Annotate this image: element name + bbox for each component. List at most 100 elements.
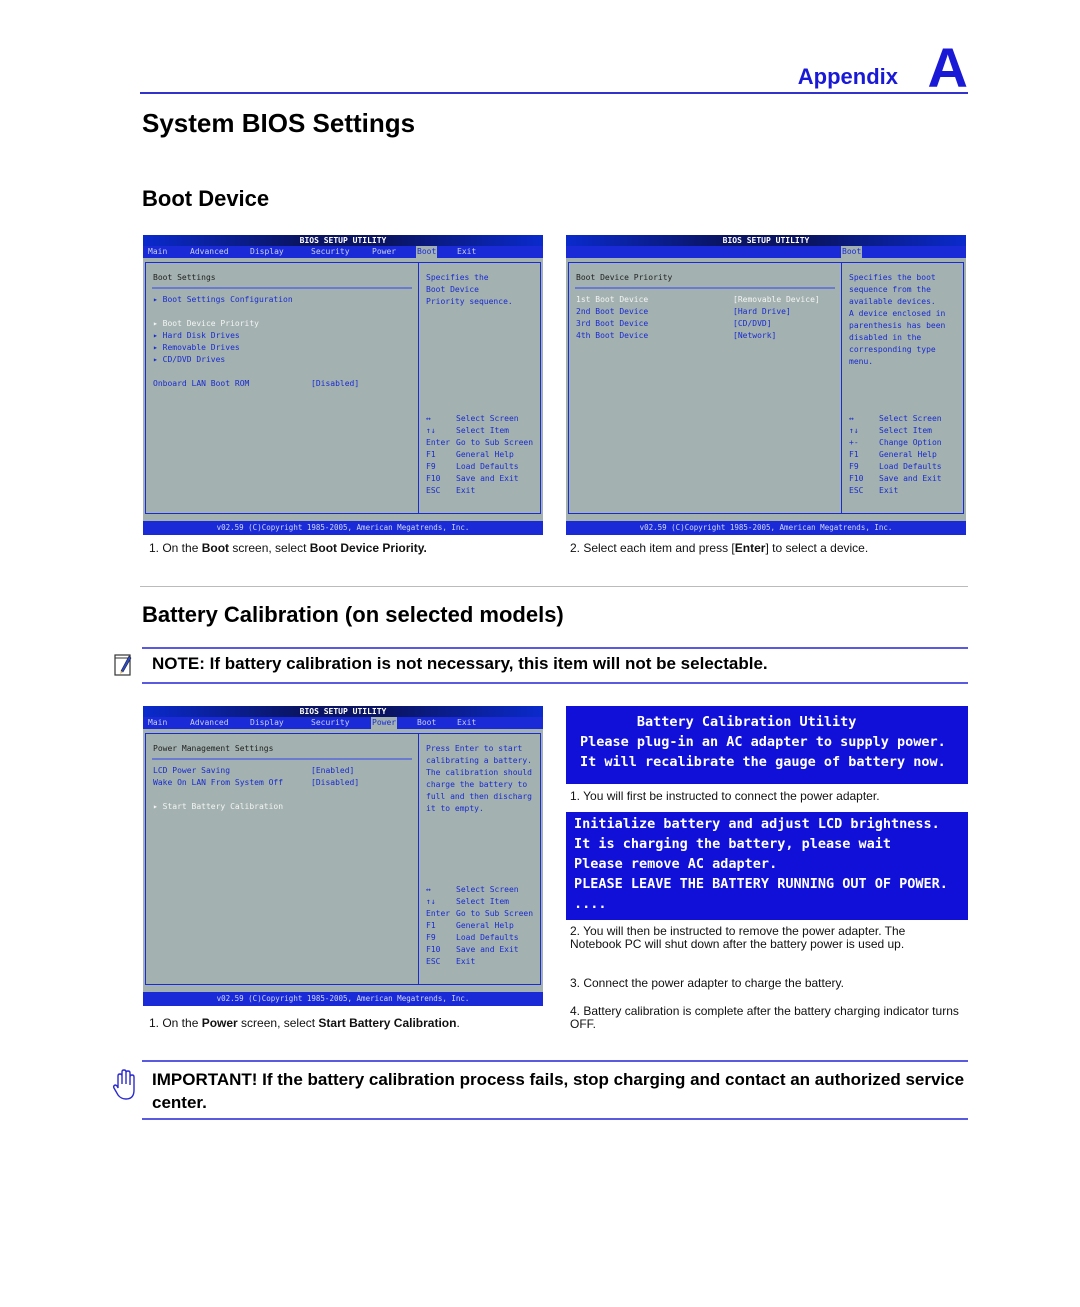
- bios-tab-boot[interactable]: Boot: [416, 717, 437, 729]
- key-legend-row: ↔ Select Screen: [426, 413, 533, 425]
- bios-tab-boot[interactable]: Boot: [841, 246, 863, 258]
- help-line: charge the battery to: [426, 780, 528, 789]
- bios-help: Press Enter to start calibrating a batter…: [426, 743, 541, 815]
- key-description: Save and Exit: [456, 474, 519, 483]
- caption-boot-step1: 1. On the Boot screen, select Boot Devic…: [149, 541, 427, 555]
- bios-tab-boot[interactable]: Boot: [416, 246, 438, 258]
- bios-keys: ↔ Select Screen ↑↓ Select Item Enter Go to Su…: [426, 413, 533, 497]
- key-label: ↔: [426, 414, 431, 423]
- key-description: Load Defaults: [456, 462, 519, 471]
- bios-title: BIOS SETUP UTILITY: [143, 706, 543, 717]
- bios-item-cd-dvd-drives[interactable]: ▸ CD/DVD Drives: [153, 355, 225, 364]
- note-text: NOTE: If battery calibration is not nece…: [152, 654, 768, 673]
- note-rule-bottom: [142, 682, 968, 684]
- bios-item-boot-settings-config[interactable]: ▸ Boot Settings Configuration: [153, 295, 293, 304]
- bios-tab-security[interactable]: Security: [310, 246, 351, 258]
- help-line: full and then discharg: [426, 792, 532, 801]
- bios-value-3rd-boot: [CD/DVD]: [733, 319, 772, 328]
- bios-item-wake-on-lan[interactable]: Wake On LAN From System Off: [153, 778, 283, 787]
- key-legend-row: Enter Go to Sub Screen: [426, 437, 533, 449]
- key-label: F9: [426, 462, 436, 471]
- bios-item-3rd-boot[interactable]: 3rd Boot Device: [576, 319, 648, 328]
- key-description: Load Defaults: [879, 462, 942, 471]
- important-rule-top: [142, 1060, 968, 1062]
- key-description: Save and Exit: [456, 945, 519, 954]
- calibration-screen-2: Initialize battery and adjust LCD bright…: [566, 812, 968, 920]
- key-description: Go to Sub Screen: [456, 438, 534, 447]
- key-label: ESC: [849, 486, 864, 495]
- key-legend-row: ↔ Select Screen: [426, 884, 533, 896]
- key-label: F10: [849, 474, 864, 483]
- help-line: menu.: [849, 357, 874, 366]
- section-title-battery: Battery Calibration (on selected models): [142, 602, 564, 627]
- appendix-header: Appendix A: [140, 40, 968, 96]
- bios-item-hard-disk-drives[interactable]: ▸ Hard Disk Drives: [153, 331, 240, 340]
- help-line: disabled in the: [849, 333, 922, 342]
- key-label: ↑↓: [426, 426, 436, 435]
- caption-cal-step2: 2. You will then be instructed to remove…: [570, 924, 906, 951]
- bios-divider: [418, 263, 419, 513]
- key-label: +-: [849, 438, 859, 447]
- help-line: Specifies the boot: [849, 273, 936, 282]
- bios-tab-display[interactable]: Display: [249, 246, 285, 258]
- bios-footer: v02.59 (C)Copyright 1985-2005, American …: [566, 521, 966, 535]
- calibration-line: Initialize battery and adjust LCD bright…: [574, 816, 940, 832]
- help-line: it to empty.: [426, 804, 484, 813]
- key-description: Change Option: [879, 438, 942, 447]
- bios-value-2nd-boot: [Hard Drive]: [733, 307, 791, 316]
- key-label: F9: [849, 462, 859, 471]
- bios-item-boot-device-priority[interactable]: ▸ Boot Device Priority: [153, 319, 259, 328]
- help-line: available devices.: [849, 297, 936, 306]
- bios-divider: [841, 263, 842, 513]
- key-legend-row: +- Change Option: [849, 437, 942, 449]
- bios-separator: [152, 287, 412, 289]
- bios-help: Specifies the Boot Device Priority seque…: [426, 272, 541, 308]
- bios-tab-exit[interactable]: Exit: [456, 717, 477, 729]
- bios-tab-main[interactable]: Main: [147, 717, 168, 729]
- bios-tab-advanced[interactable]: Advanced: [189, 246, 230, 258]
- key-legend-row: ESC Exit: [426, 485, 533, 497]
- key-description: General Help: [456, 450, 514, 459]
- key-legend-row: ESC Exit: [849, 485, 942, 497]
- help-line: A device enclosed in: [849, 309, 946, 318]
- bios-item-onboard-lan[interactable]: Onboard LAN Boot ROM: [153, 379, 249, 388]
- bios-item-2nd-boot[interactable]: 2nd Boot Device: [576, 307, 648, 316]
- caption-bold: Start Battery Calibration: [318, 1016, 457, 1030]
- bios-item-lcd-power-saving[interactable]: LCD Power Saving: [153, 766, 230, 775]
- caption-bold: Power: [201, 1016, 238, 1030]
- bios-value-1st-boot: [Removable Device]: [733, 295, 820, 304]
- calibration-screen-1: Battery Calibration Utility Please plug-…: [566, 706, 968, 784]
- bios-tab-security[interactable]: Security: [310, 717, 351, 729]
- bios-keys: ↔ Select Screen ↑↓ Select Item Enter Go to Su…: [426, 884, 533, 968]
- bios-menu-bar: Boot: [566, 246, 966, 258]
- key-description: Exit: [456, 486, 476, 495]
- key-legend-row: Enter Go to Sub Screen: [426, 908, 533, 920]
- bios-item-start-battery-calibration[interactable]: ▸ Start Battery Calibration: [153, 802, 283, 811]
- key-legend-row: F1 General Help: [849, 449, 942, 461]
- bios-item-4th-boot[interactable]: 4th Boot Device: [576, 331, 648, 340]
- key-description: General Help: [879, 450, 937, 459]
- caption-text: ] to select a device.: [765, 541, 869, 555]
- key-description: General Help: [456, 921, 514, 930]
- bios-item-1st-boot[interactable]: 1st Boot Device: [576, 295, 648, 304]
- caption-power-step1: 1. On the Power screen, select Start Bat…: [149, 1016, 460, 1030]
- bios-tab-display[interactable]: Display: [249, 717, 285, 729]
- bios-tab-exit[interactable]: Exit: [456, 246, 477, 258]
- bios-value-wake-on-lan: [Disabled]: [311, 778, 360, 787]
- key-legend-row: ↑↓ Select Item: [849, 425, 942, 437]
- bios-item-removable-drives[interactable]: ▸ Removable Drives: [153, 343, 240, 352]
- section-divider: [140, 586, 968, 587]
- bios-tab-main[interactable]: Main: [147, 246, 168, 258]
- bios-menu-bar: Main Advanced Display Security Power Boot Exit: [143, 717, 543, 729]
- key-label: F9: [426, 933, 436, 942]
- bios-tab-power[interactable]: Power: [371, 246, 397, 258]
- bios-frame: Power Management Settings LCD Power Savi…: [145, 733, 541, 985]
- key-legend-row: ↔ Select Screen: [849, 413, 942, 425]
- note-pad-icon: [114, 654, 132, 676]
- key-label: ESC: [426, 486, 441, 495]
- key-label: F1: [426, 450, 436, 459]
- bios-tab-power[interactable]: Power: [371, 717, 398, 729]
- bios-heading: Boot Settings: [153, 273, 216, 282]
- key-label: Enter: [426, 909, 451, 918]
- bios-tab-advanced[interactable]: Advanced: [189, 717, 230, 729]
